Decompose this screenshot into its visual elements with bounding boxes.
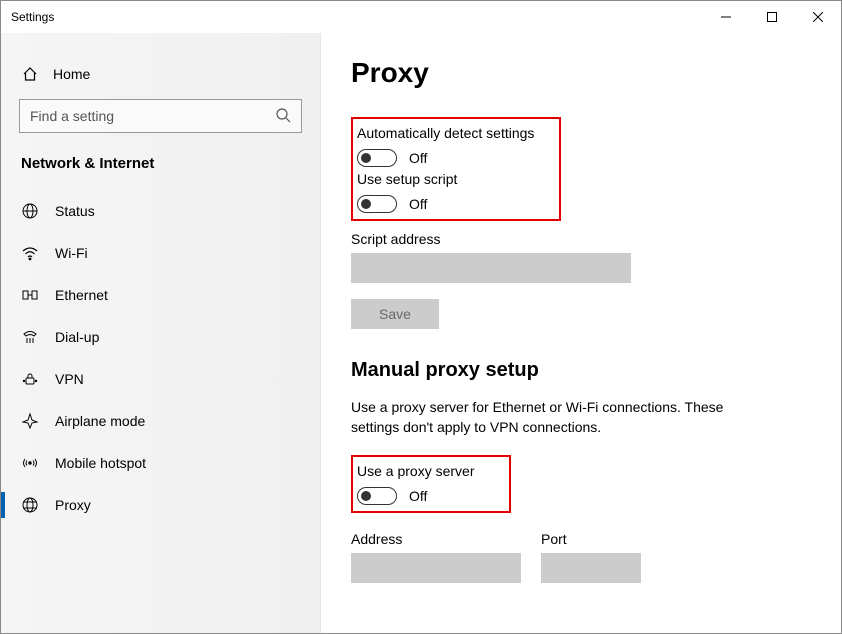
setup-script-label: Use setup script bbox=[357, 171, 549, 187]
search-placeholder: Find a setting bbox=[30, 108, 114, 124]
proxy-icon bbox=[21, 496, 39, 514]
close-button[interactable] bbox=[795, 1, 841, 33]
save-button[interactable]: Save bbox=[351, 299, 439, 329]
port-label: Port bbox=[541, 531, 641, 547]
auto-detect-label: Automatically detect settings bbox=[357, 125, 549, 141]
content: Proxy Automatically detect settings Off … bbox=[321, 33, 841, 633]
sidebar-item-label: Wi-Fi bbox=[55, 245, 88, 261]
script-address-label: Script address bbox=[351, 231, 811, 247]
search-input[interactable]: Find a setting bbox=[19, 99, 302, 133]
nav-list: Status Wi-Fi Ethernet bbox=[1, 190, 320, 526]
script-address-input[interactable] bbox=[351, 253, 631, 283]
manual-section-title: Manual proxy setup bbox=[351, 359, 811, 382]
sidebar-item-label: Airplane mode bbox=[55, 413, 145, 429]
use-proxy-toggle[interactable] bbox=[357, 487, 397, 505]
address-label: Address bbox=[351, 531, 521, 547]
maximize-button[interactable] bbox=[749, 1, 795, 33]
home-icon bbox=[21, 65, 39, 83]
hotspot-icon bbox=[21, 454, 39, 472]
minimize-button[interactable] bbox=[703, 1, 749, 33]
sidebar-item-dialup[interactable]: Dial-up bbox=[1, 316, 320, 358]
status-icon bbox=[21, 202, 39, 220]
sidebar-item-ethernet[interactable]: Ethernet bbox=[1, 274, 320, 316]
window-title: Settings bbox=[11, 10, 54, 24]
vpn-icon bbox=[21, 370, 39, 388]
setup-script-state: Off bbox=[409, 196, 427, 212]
use-proxy-state: Off bbox=[409, 488, 427, 504]
sidebar-item-airplane[interactable]: Airplane mode bbox=[1, 400, 320, 442]
home-nav[interactable]: Home bbox=[1, 59, 320, 99]
sidebar: Home Find a setting Network & Internet S… bbox=[1, 33, 321, 633]
sidebar-item-label: Dial-up bbox=[55, 329, 99, 345]
use-proxy-label: Use a proxy server bbox=[357, 463, 499, 479]
port-input[interactable] bbox=[541, 553, 641, 583]
sidebar-item-vpn[interactable]: VPN bbox=[1, 358, 320, 400]
highlight-manual-proxy: Use a proxy server Off bbox=[351, 455, 511, 513]
setup-script-toggle[interactable] bbox=[357, 195, 397, 213]
category-heading: Network & Internet bbox=[1, 155, 320, 190]
wifi-icon bbox=[21, 244, 39, 262]
sidebar-item-status[interactable]: Status bbox=[1, 190, 320, 232]
search-icon bbox=[275, 107, 291, 126]
page-title: Proxy bbox=[351, 57, 811, 89]
sidebar-item-proxy[interactable]: Proxy bbox=[1, 484, 320, 526]
sidebar-item-label: VPN bbox=[55, 371, 84, 387]
airplane-icon bbox=[21, 412, 39, 430]
address-input[interactable] bbox=[351, 553, 521, 583]
manual-desc: Use a proxy server for Ethernet or Wi-Fi… bbox=[351, 398, 771, 437]
highlight-auto-setup: Automatically detect settings Off Use se… bbox=[351, 117, 561, 221]
auto-detect-toggle[interactable] bbox=[357, 149, 397, 167]
window-controls bbox=[703, 1, 841, 33]
auto-detect-state: Off bbox=[409, 150, 427, 166]
home-label: Home bbox=[53, 66, 90, 82]
ethernet-icon bbox=[21, 286, 39, 304]
sidebar-item-label: Status bbox=[55, 203, 95, 219]
sidebar-item-wifi[interactable]: Wi-Fi bbox=[1, 232, 320, 274]
sidebar-item-label: Ethernet bbox=[55, 287, 108, 303]
sidebar-item-label: Proxy bbox=[55, 497, 91, 513]
sidebar-item-hotspot[interactable]: Mobile hotspot bbox=[1, 442, 320, 484]
sidebar-item-label: Mobile hotspot bbox=[55, 455, 146, 471]
dialup-icon bbox=[21, 328, 39, 346]
